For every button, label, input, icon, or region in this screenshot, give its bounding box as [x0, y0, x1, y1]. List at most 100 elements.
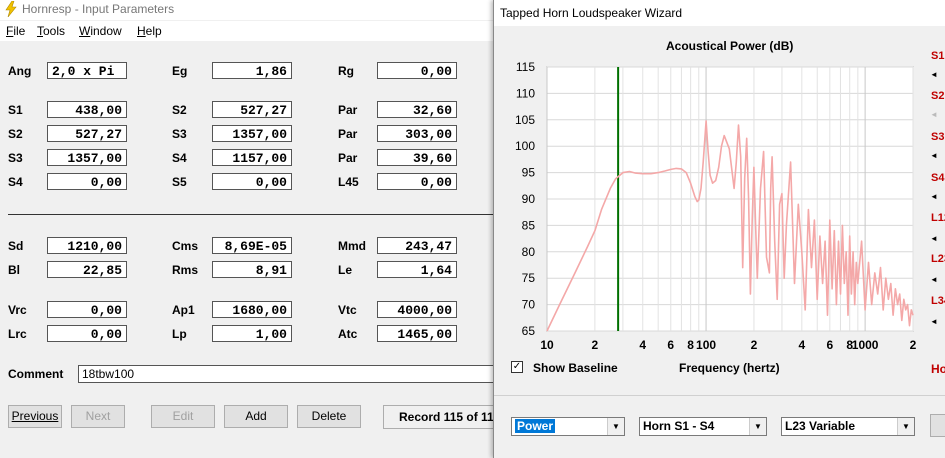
chevron-down-icon: ▼ [607, 418, 624, 435]
x-tick-label: 6 [667, 338, 674, 352]
show-baseline-label: Show Baseline [533, 361, 618, 375]
rms-field[interactable]: 8,91 [212, 261, 292, 278]
le-field[interactable]: 1,64 [377, 261, 457, 278]
slider-left-arrow-icon[interactable]: ◄ [930, 109, 945, 121]
s3-field[interactable]: 1357,00 [47, 149, 127, 166]
x-tick-label: 2 [910, 338, 917, 352]
x-tick-label: 2 [751, 338, 758, 352]
s2-label: S2 [8, 127, 23, 141]
next-button[interactable]: Next [71, 405, 125, 428]
main-window-title: Hornresp - Input Parameters [22, 2, 175, 16]
slider-left-arrow-icon[interactable]: ◄ [930, 233, 945, 245]
sd-field[interactable]: 1210,00 [47, 237, 127, 254]
comment-label: Comment [8, 367, 64, 381]
y-tick-label: 70 [522, 298, 536, 312]
next-button-label: Next [85, 409, 111, 423]
y-tick-label: 110 [516, 86, 535, 100]
edit-button[interactable]: Edit [151, 405, 215, 428]
horn-segment-dropdown[interactable]: Horn S1 - S4 ▼ [639, 417, 767, 436]
menu-window[interactable]: Window [79, 24, 122, 38]
delete-button[interactable]: Delete [297, 405, 361, 428]
horn-segment-value: Horn S1 - S4 [643, 419, 715, 433]
length-dropdown[interactable]: L23 Variable ▼ [781, 417, 915, 436]
chevron-down-icon: ▼ [749, 418, 766, 435]
side-label-l23: L23 [931, 253, 945, 265]
ang-field[interactable]: 2,0 x Pi [47, 62, 127, 79]
s2-field[interactable]: 527,27 [47, 125, 127, 142]
side-label-s3: S3 [931, 131, 945, 143]
cms-label: Cms [172, 239, 199, 253]
mmd-field[interactable]: 243,47 [377, 237, 457, 254]
x-tick-label: 1000 [852, 338, 879, 352]
wizard-separator [494, 395, 945, 396]
s4-field[interactable]: 0,00 [47, 173, 127, 190]
vtc-field[interactable]: 4000,00 [377, 301, 457, 318]
plot-type-dropdown[interactable]: Power ▼ [511, 417, 625, 436]
menu-file[interactable]: File [6, 24, 25, 38]
atc-label: Atc [338, 327, 358, 341]
rg-label: Rg [338, 64, 354, 78]
s1-label: S1 [8, 103, 23, 117]
bl-field[interactable]: 22,85 [47, 261, 127, 278]
rg-field[interactable]: 0,00 [377, 62, 457, 79]
par3-field[interactable]: 39,60 [377, 149, 457, 166]
par2-field[interactable]: 303,00 [377, 125, 457, 142]
comment-field[interactable]: 18tbw100 [78, 365, 498, 383]
mmd-label: Mmd [338, 239, 366, 253]
s5-field[interactable]: 0,00 [212, 173, 292, 190]
s3-label-a: S3 [172, 127, 187, 141]
y-tick-label: 95 [522, 166, 536, 180]
s4-label: S4 [8, 175, 23, 189]
x-axis-label: Frequency (hertz) [679, 361, 780, 375]
l45-field[interactable]: 0,00 [377, 173, 457, 190]
previous-button[interactable]: Previous [8, 405, 62, 428]
par1-label: Par [338, 103, 358, 117]
length-value: L23 Variable [785, 419, 856, 433]
par3-label: Par [338, 151, 358, 165]
y-tick-label: 80 [522, 245, 536, 259]
side-label-s2: S2 [931, 90, 945, 102]
s3-field-a[interactable]: 1357,00 [212, 125, 292, 142]
cms-field[interactable]: 8,69E-05 [212, 237, 292, 254]
side-label-s1: S1 [931, 50, 945, 62]
ang-label: Ang [8, 64, 32, 78]
wizard-action-button[interactable] [930, 414, 945, 437]
menu-tools[interactable]: Tools [37, 24, 65, 38]
slider-left-arrow-icon[interactable]: ◄ [930, 191, 945, 203]
lightning-icon [5, 1, 17, 17]
le-label: Le [338, 263, 353, 277]
s1-field[interactable]: 438,00 [47, 101, 127, 118]
slider-left-arrow-icon[interactable]: ◄ [930, 316, 945, 328]
y-tick-label: 65 [522, 324, 536, 338]
ap1-field[interactable]: 1680,00 [212, 301, 292, 318]
eg-field[interactable]: 1,86 [212, 62, 292, 79]
par1-field[interactable]: 32,60 [377, 101, 457, 118]
lp-field[interactable]: 1,00 [212, 325, 292, 342]
ap1-label: Ap1 [172, 303, 195, 317]
edit-button-label: Edit [172, 409, 194, 423]
x-tick-label: 100 [696, 338, 716, 352]
atc-field[interactable]: 1465,00 [377, 325, 457, 342]
s4-field-a[interactable]: 1157,00 [212, 149, 292, 166]
y-tick-label: 75 [522, 271, 536, 285]
menu-help[interactable]: Help [137, 24, 162, 38]
show-baseline-checkbox[interactable]: ✓ [511, 361, 523, 373]
previous-button-label: Previous [11, 409, 59, 423]
slider-left-arrow-icon[interactable]: ◄ [930, 274, 945, 286]
y-tick-label: 85 [522, 218, 536, 232]
lrc-field[interactable]: 0,00 [47, 325, 127, 342]
add-button[interactable]: Add [224, 405, 288, 428]
x-tick-label: 6 [826, 338, 833, 352]
s2-label-a: S2 [172, 103, 187, 117]
bl-label: Bl [8, 263, 20, 277]
slider-left-arrow-icon[interactable]: ◄ [930, 150, 945, 162]
record-indicator: Record 115 of 11 [383, 405, 503, 429]
x-tick-label: 2 [592, 338, 599, 352]
slider-left-arrow-icon[interactable]: ◄ [930, 69, 945, 81]
y-tick-label: 115 [516, 60, 535, 74]
sd-label: Sd [8, 239, 24, 253]
s2-field-a[interactable]: 527,27 [212, 101, 292, 118]
s3-label: S3 [8, 151, 23, 165]
x-tick-label: 4 [798, 338, 805, 352]
vrc-field[interactable]: 0,00 [47, 301, 127, 318]
